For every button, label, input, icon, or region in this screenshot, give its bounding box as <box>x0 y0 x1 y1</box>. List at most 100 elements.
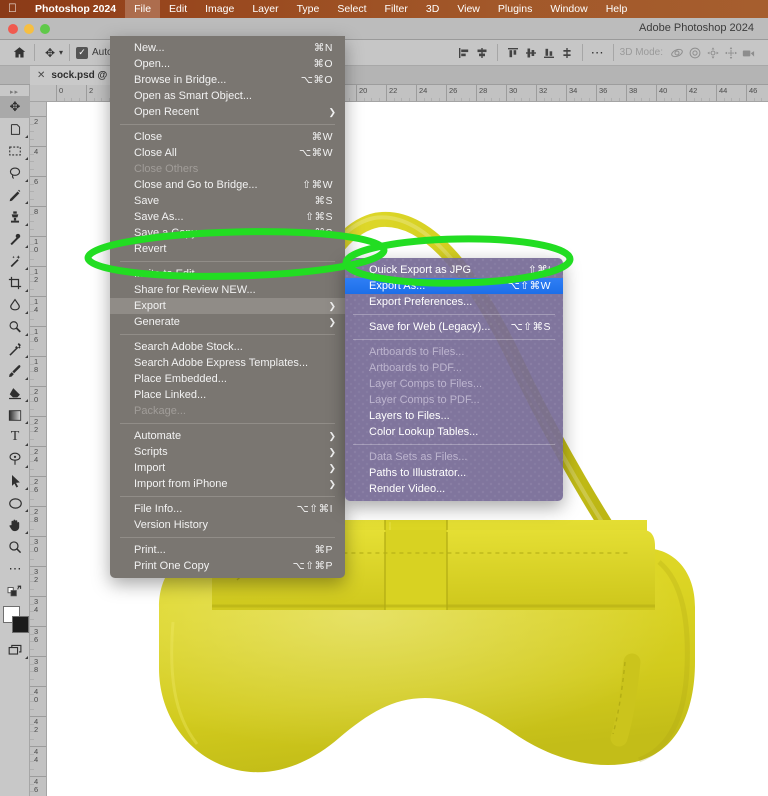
healing-brush-tool[interactable] <box>0 228 30 250</box>
move-tool-icon[interactable]: ✥ <box>41 44 59 62</box>
background-color-swatch[interactable] <box>12 616 29 633</box>
menu-item-export[interactable]: Export❯ <box>110 298 345 314</box>
menu-item-export-preferences[interactable]: Export Preferences... <box>345 294 563 310</box>
align-center-h-icon[interactable] <box>473 44 491 62</box>
menu-layer[interactable]: Layer <box>243 0 287 18</box>
menu-filter[interactable]: Filter <box>376 0 417 18</box>
menu-item-open[interactable]: Open...⌘O <box>110 56 345 72</box>
menu-item-paths-to-illustrator[interactable]: Paths to Illustrator... <box>345 465 563 481</box>
screen-mode-icon[interactable] <box>0 639 30 661</box>
menu-select[interactable]: Select <box>328 0 375 18</box>
menu-item-generate[interactable]: Generate❯ <box>110 314 345 330</box>
close-window-button[interactable] <box>8 24 18 34</box>
zoom-window-button[interactable] <box>40 24 50 34</box>
menu-item-file-info[interactable]: File Info...⌥⇧⌘I <box>110 501 345 517</box>
move-tool[interactable]: ✥ <box>0 96 30 118</box>
align-bottom-icon[interactable] <box>540 44 558 62</box>
zoom-tool[interactable] <box>0 536 30 558</box>
marquee-tool[interactable] <box>0 140 30 162</box>
menu-item-close-all[interactable]: Close All⌥⌘W <box>110 145 345 161</box>
menu-item-revert[interactable]: Revert <box>110 241 345 257</box>
more-options-icon[interactable]: ⋯ <box>589 44 607 62</box>
menu-3d[interactable]: 3D <box>417 0 448 18</box>
menu-image[interactable]: Image <box>196 0 243 18</box>
object-selection-tool[interactable] <box>0 184 30 206</box>
menu-item-share-for-review-new[interactable]: Share for Review NEW... <box>110 282 345 298</box>
menu-item-close[interactable]: Close⌘W <box>110 129 345 145</box>
default-colors-icon[interactable] <box>0 580 30 602</box>
blur-tool[interactable] <box>0 294 30 316</box>
ellipse-shape-tool[interactable] <box>0 492 30 514</box>
menu-item-quick-export-as-jpg[interactable]: Quick Export as JPG⇧⌘‘ <box>345 262 563 278</box>
menu-item-open-as-smart-object[interactable]: Open as Smart Object... <box>110 88 345 104</box>
flyout-indicator <box>25 487 28 490</box>
menu-item-save-for-web-legacy[interactable]: Save for Web (Legacy)...⌥⇧⌘S <box>345 319 563 335</box>
magic-wand-tool[interactable] <box>0 250 30 272</box>
menu-item-label: Open Recent <box>134 104 333 120</box>
menu-help[interactable]: Help <box>597 0 637 18</box>
menu-file[interactable]: File <box>125 0 160 18</box>
flyout-indicator <box>25 531 28 534</box>
eraser-tool[interactable] <box>0 382 30 404</box>
dodge-tool[interactable] <box>0 316 30 338</box>
menu-item-save-a-copy[interactable]: Save a Copy...⌥⌘S <box>110 225 345 241</box>
menu-item-version-history[interactable]: Version History <box>110 517 345 533</box>
pen-tool[interactable] <box>0 448 30 470</box>
hand-tool[interactable] <box>0 514 30 536</box>
menu-item-close-and-go-to-bridge[interactable]: Close and Go to Bridge...⇧⌘W <box>110 177 345 193</box>
menu-item-search-adobe-stock[interactable]: Search Adobe Stock... <box>110 339 345 355</box>
menu-edit[interactable]: Edit <box>160 0 196 18</box>
menu-item-place-linked[interactable]: Place Linked... <box>110 387 345 403</box>
color-swatches[interactable] <box>0 605 30 635</box>
edit-toolbar-icon[interactable]: ⋯ <box>0 558 30 580</box>
brush-tool[interactable] <box>0 360 30 382</box>
path-selection-tool[interactable] <box>0 470 30 492</box>
auto-select-checkbox[interactable]: ✓ <box>76 47 88 59</box>
menu-item-invite-to-edit[interactable]: Invite to Edit... <box>110 266 345 282</box>
gradient-tool[interactable] <box>0 404 30 426</box>
menu-item-new[interactable]: New...⌘N <box>110 40 345 56</box>
menu-type[interactable]: Type <box>288 0 329 18</box>
menu-item-label: Save As... <box>134 209 287 225</box>
crop-tool[interactable] <box>0 272 30 294</box>
type-tool[interactable]: T <box>0 426 30 448</box>
distribute-v-icon[interactable] <box>558 44 576 62</box>
export-submenu[interactable]: Quick Export as JPG⇧⌘‘Export As...⌥⇧⌘WEx… <box>345 258 563 501</box>
apple-icon[interactable]:  <box>0 2 26 14</box>
menu-item-color-lookup-tables[interactable]: Color Lookup Tables... <box>345 424 563 440</box>
menu-item-print-one-copy[interactable]: Print One Copy⌥⇧⌘P <box>110 558 345 574</box>
menu-item-print[interactable]: Print...⌘P <box>110 542 345 558</box>
menu-item-import-from-iphone[interactable]: Import from iPhone❯ <box>110 476 345 492</box>
chevron-down-icon[interactable]: ▾ <box>59 48 63 57</box>
menu-item-automate[interactable]: Automate❯ <box>110 428 345 444</box>
eyedropper-tool[interactable] <box>0 338 30 360</box>
lasso-tool[interactable] <box>0 162 30 184</box>
menu-item-place-embedded[interactable]: Place Embedded... <box>110 371 345 387</box>
minimize-window-button[interactable] <box>24 24 34 34</box>
menu-item-search-adobe-express-templates[interactable]: Search Adobe Express Templates... <box>110 355 345 371</box>
menu-item-save[interactable]: Save⌘S <box>110 193 345 209</box>
menu-item-import[interactable]: Import❯ <box>110 460 345 476</box>
menu-window[interactable]: Window <box>541 0 596 18</box>
file-menu-dropdown[interactable]: New...⌘NOpen...⌘OBrowse in Bridge...⌥⌘OO… <box>110 36 345 578</box>
panel-grip[interactable]: ▸▸ <box>0 87 29 96</box>
menu-item-render-video[interactable]: Render Video... <box>345 481 563 497</box>
menu-item-export-as[interactable]: Export As...⌥⇧⌘W <box>345 278 563 294</box>
menu-item-scripts[interactable]: Scripts❯ <box>110 444 345 460</box>
menu-item-save-as[interactable]: Save As...⇧⌘S <box>110 209 345 225</box>
vertical-ruler[interactable]: 2468101214161820222426283032343638404244… <box>30 102 47 796</box>
menu-item-layers-to-files[interactable]: Layers to Files... <box>345 408 563 424</box>
align-top-icon[interactable] <box>504 44 522 62</box>
close-icon[interactable]: ✕ <box>37 70 45 81</box>
macos-menu-bar:  Photoshop 2024 File Edit Image Layer T… <box>0 0 768 18</box>
clone-stamp-tool[interactable] <box>0 206 30 228</box>
menu-plugins[interactable]: Plugins <box>489 0 541 18</box>
home-icon[interactable] <box>10 44 28 62</box>
menu-view[interactable]: View <box>448 0 489 18</box>
artboard-tool[interactable] <box>0 118 30 140</box>
align-left-icon[interactable] <box>455 44 473 62</box>
menu-item-open-recent[interactable]: Open Recent❯ <box>110 104 345 120</box>
align-middle-v-icon[interactable] <box>522 44 540 62</box>
menu-item-browse-in-bridge[interactable]: Browse in Bridge...⌥⌘O <box>110 72 345 88</box>
menu-item-label: File Info... <box>134 501 279 517</box>
